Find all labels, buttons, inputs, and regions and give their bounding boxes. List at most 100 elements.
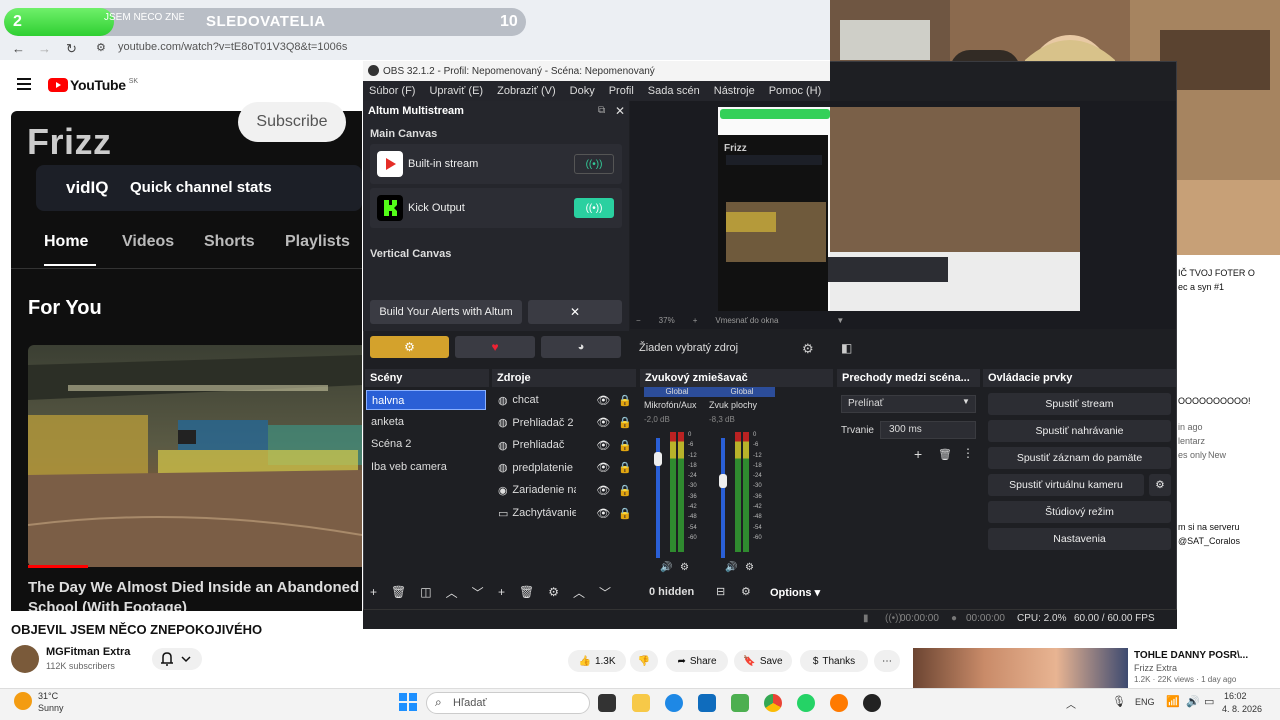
source-item[interactable]: ▭Zachytávanie mo 👁 🔒 [498,502,632,524]
chevron-down-icon[interactable]: ▼ [836,316,844,325]
menu-file[interactable]: Súbor (F) [369,85,415,97]
zoom-in-button[interactable]: + [693,316,698,325]
share-button[interactable]: ➦ Share [666,650,728,672]
save-button[interactable]: 🔖 Save [734,650,792,672]
tab-playlists[interactable]: Playlists [285,233,350,251]
lock-icon[interactable]: 🔒 [618,461,632,474]
build-alerts-button[interactable]: Build Your Alerts with Altum [370,300,522,324]
volume-fader[interactable] [721,438,725,558]
hamburger-menu-icon[interactable] [17,78,31,90]
volume-icon[interactable]: 🔊 [1186,695,1200,708]
virtual-camera-settings-button[interactable]: ⚙ [1149,474,1171,496]
visibility-eye-icon[interactable]: 👁 [596,394,610,407]
zoom-mode[interactable]: Vmesnať do okna [715,316,778,325]
altum-support-button[interactable]: ♥ [455,336,535,358]
mute-speaker-icon[interactable]: 🔊 [725,562,737,573]
mixer-name[interactable]: Zvuk plochy [709,400,775,410]
weather-description[interactable]: Sunny [38,703,64,713]
lock-icon[interactable]: 🔒 [618,394,632,407]
start-recording-button[interactable]: Spustiť nahrávanie [988,420,1171,442]
duration-input[interactable]: 300 ms [880,421,976,439]
browser-tab-title[interactable]: JSEM NĚCO ZNEP [104,12,184,23]
language-indicator[interactable]: ENG [1135,697,1155,707]
menu-tools[interactable]: Nástroje [714,85,755,97]
battery-icon[interactable]: ▭ [1204,695,1214,708]
more-actions-button[interactable]: ⋯ [874,650,900,672]
transition-select[interactable]: Prelínať [841,395,976,413]
tab-shorts[interactable]: Shorts [204,233,255,251]
mixer-name[interactable]: Mikrofón/Aux [644,400,710,410]
scene-item[interactable]: halvna [366,390,486,410]
mixer-layout-icon[interactable]: ⊟ [716,585,725,598]
notification-bell-button[interactable] [152,648,202,670]
minecraft-icon[interactable] [731,694,749,712]
like-button[interactable]: 👍 1.3K [568,650,626,672]
taskbar-search[interactable]: Hľadať [426,692,590,714]
mixer-options-button[interactable]: Options ▾ [770,586,820,599]
comment-filter[interactable]: es only [1178,450,1207,460]
source-item[interactable]: ◍ Prehliadač 2 👁 🔒 [498,412,632,434]
visibility-eye-icon[interactable]: 👁 [596,507,610,520]
avatar[interactable] [11,645,39,673]
channel-settings-icon[interactable]: ⚙ [680,562,689,573]
visibility-eye-icon[interactable]: 👁 [596,484,610,497]
menu-help[interactable]: Pomoc (H) [769,85,822,97]
tab-home[interactable]: Home [44,233,88,251]
move-down-icon[interactable]: ﹀ [599,584,611,601]
file-explorer-icon[interactable] [632,694,650,712]
store-icon[interactable] [698,694,716,712]
site-settings-icon[interactable]: ⚙ [96,41,106,54]
menu-docks[interactable]: Doky [570,85,595,97]
filter-icon[interactable]: ◫ [420,585,431,599]
source-item[interactable]: ◉ Zariadenie na zač 👁 🔒 [498,479,632,501]
visibility-eye-icon[interactable]: 👁 [596,416,610,429]
comment-new-tab[interactable]: New [1208,450,1226,460]
visibility-eye-icon[interactable]: 👁 [596,439,610,452]
start-stream-button[interactable]: Spustiť stream [988,393,1171,415]
thanks-button[interactable]: $ Thanks [800,650,868,672]
move-up-icon[interactable]: ︿ [446,584,458,601]
tab-videos[interactable]: Videos [122,233,174,251]
altum-discord-button[interactable]: ◕ [541,336,621,358]
scene-item[interactable]: anketa [366,412,486,432]
studio-mode-button[interactable]: Štúdiový režim [988,501,1171,523]
add-icon[interactable]: + [914,446,922,462]
mute-speaker-icon[interactable]: 🔊 [660,562,672,573]
add-icon[interactable]: + [370,585,377,599]
recommended-title[interactable]: TOHLE DANNY POSR\... [1134,650,1248,661]
menu-profile[interactable]: Profil [609,85,634,97]
chrome-icon[interactable] [764,694,782,712]
chevron-down-icon[interactable]: ▼ [962,397,970,406]
close-icon[interactable]: ✕ [615,104,625,118]
menu-edit[interactable]: Upraviť (E) [429,85,483,97]
lock-icon[interactable]: 🔒 [618,507,632,520]
clock-date[interactable]: 4. 8. 2026 [1222,704,1262,714]
subscribe-button[interactable]: Subscribe [238,102,346,142]
altum-settings-button[interactable]: ⚙ [370,336,449,358]
settings-button[interactable]: Nastavenia [988,528,1171,550]
youtube-logo[interactable]: YouTube SK [48,77,138,93]
stream-toggle-button[interactable]: ((•)) [574,154,614,174]
wifi-icon[interactable]: 📶 [1166,695,1180,708]
source-filters-icon[interactable]: ◧ [841,341,852,355]
microphone-icon[interactable]: 🎙 [1112,695,1126,708]
move-up-icon[interactable]: ︿ [573,584,585,601]
trash-icon[interactable]: 🗑 [938,448,952,461]
obs-taskbar-icon[interactable] [863,694,881,712]
menu-view[interactable]: Zobraziť (V) [497,85,556,97]
clock-time[interactable]: 16:02 [1224,691,1247,701]
reload-icon[interactable]: ↻ [66,41,77,57]
stream-toggle-button-active[interactable]: ((•)) [574,198,614,218]
volume-fader-knob[interactable] [719,474,727,488]
more-icon[interactable]: ⋮ [962,446,974,460]
recommended-thumbnail[interactable] [913,648,1128,688]
windows-start-icon[interactable] [399,693,417,711]
trash-icon[interactable]: 🗑 [519,585,534,599]
channel-owner[interactable]: MGFitman Extra [46,646,130,658]
url-field[interactable]: youtube.com/watch?v=tE8oT01V3Q8&t=1006s [118,41,347,53]
add-icon[interactable]: + [498,585,505,599]
source-item[interactable]: ◍ chcat 👁 🔒 [498,389,632,411]
gear-icon[interactable]: ⚙ [548,585,559,599]
scene-item[interactable]: Scéna 2 [366,434,486,454]
zoom-out-button[interactable]: − [636,316,641,325]
